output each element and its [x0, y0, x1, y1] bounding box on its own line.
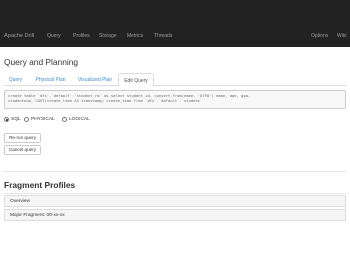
overview-panel-heading[interactable]: Overview [4, 195, 346, 207]
plan-tabs: Query Physical Plan Visualized Plan Edit… [4, 73, 346, 87]
query-editor[interactable]: create table `dfs`.`default`.`student_rm… [4, 90, 346, 109]
fragment-profiles-title: Fragment Profiles [4, 180, 76, 190]
nav-threads[interactable]: Threads [154, 33, 172, 39]
brand-link[interactable]: Apache Drill [4, 33, 34, 39]
top-navbar: Apache Drill Query Profiles Storage Metr… [0, 0, 350, 47]
tab-visualized-plan[interactable]: Visualized Plan [74, 73, 116, 86]
radio-physical[interactable]: PHYSICAL [24, 117, 55, 122]
tab-edit-query[interactable]: Edit Query [118, 73, 154, 87]
rerun-query-button[interactable]: Re-run query [4, 133, 41, 143]
nav-profiles[interactable]: Profiles [73, 33, 90, 39]
radio-physical-label: PHYSICAL [31, 117, 55, 122]
radio-sql-label: SQL [11, 117, 21, 122]
section-divider [4, 193, 346, 194]
cancel-query-button[interactable]: Cancel query [4, 145, 41, 155]
section-divider [4, 171, 346, 172]
nav-wiki[interactable]: Wiki [337, 33, 346, 39]
nav-metrics[interactable]: Metrics [127, 33, 143, 39]
radio-logical[interactable]: LOGICAL [62, 117, 90, 122]
query-text-line-2: studentnum, CAST(create_time AS timestam… [8, 98, 203, 104]
nav-storage[interactable]: Storage [99, 33, 117, 39]
nav-query[interactable]: Query [47, 33, 61, 39]
nav-options[interactable]: Options [311, 33, 328, 39]
radio-selected-icon [4, 117, 9, 122]
radio-unselected-icon [62, 117, 67, 122]
radio-unselected-icon [24, 117, 29, 122]
page-title: Query and Planning [4, 57, 79, 67]
radio-logical-label: LOGICAL [69, 117, 90, 122]
major-fragment-panel-heading[interactable]: Major Fragment: 00-xx-xx [4, 209, 346, 221]
tab-query[interactable]: Query [4, 73, 27, 86]
radio-sql[interactable]: SQL [4, 117, 21, 122]
tab-physical-plan[interactable]: Physical Plan [29, 73, 72, 86]
